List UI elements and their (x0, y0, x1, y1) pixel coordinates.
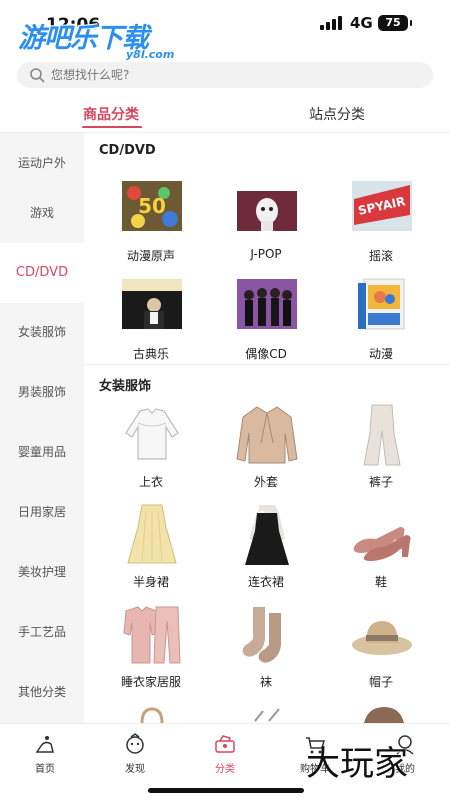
category-item-classical[interactable]: 古典乐 (96, 277, 206, 377)
sidebar-item-mens-clothing[interactable]: 男装服饰 (0, 362, 84, 422)
section-title-womens-clothing: 女装服饰 (99, 379, 152, 394)
yellow-skirt-icon (127, 504, 177, 564)
svg-text:50: 50 (138, 194, 166, 218)
classical-cd-cover-icon (122, 279, 182, 329)
discover-icon (126, 733, 144, 754)
category-item-shoes[interactable]: 鞋 (326, 505, 436, 605)
item-label: 上衣 (138, 475, 163, 489)
white-blouse-icon (125, 408, 179, 460)
category-content: CD/DVD 50 动漫原声 J-POP SPYAIR 摇滚 古典乐 偶像CD … (84, 133, 450, 723)
wig-icon (364, 707, 404, 723)
home-icon (35, 736, 54, 753)
category-item-anime-soundtrack[interactable]: 50 动漫原声 (96, 179, 206, 279)
knit-socks-icon (242, 607, 281, 663)
item-label: 摇滚 (368, 249, 393, 263)
nav-label: 分类 (215, 764, 235, 775)
item-label: 裤子 (368, 475, 393, 489)
jpop-cd-cover-icon (237, 181, 297, 231)
nav-item-discover[interactable]: 发现 (100, 730, 170, 775)
nav-label: 首页 (35, 764, 55, 775)
category-item-skirt[interactable]: 半身裙 (96, 504, 206, 605)
item-label: J-POP (250, 247, 282, 261)
idol-cd-cover-icon (237, 279, 297, 329)
signal-icon (320, 16, 344, 30)
tab-product-category[interactable]: 商品分类 (83, 104, 139, 124)
sidebar-item-baby-products[interactable]: 婴童用品 (0, 422, 84, 482)
network-type: 4G (350, 14, 373, 32)
item-label: 鞋 (374, 575, 387, 589)
category-item-pants[interactable]: 裤子 (326, 404, 436, 505)
search-icon (30, 68, 45, 83)
item-label: 帽子 (368, 675, 393, 689)
anime-dvd-box-icon (358, 278, 405, 330)
category-icon (215, 735, 235, 753)
rock-cd-cover-icon: SPYAIR (352, 181, 412, 231)
category-item-pajamas[interactable]: 睡衣家居服 (96, 605, 206, 705)
watermark-logo: 游吧乐下载 y8l.com (18, 16, 193, 66)
sidebar-item-handicrafts[interactable]: 手工艺品 (0, 602, 84, 662)
sidebar-item-beauty-care[interactable]: 美妆护理 (0, 542, 84, 602)
tab-site-category[interactable]: 站点分类 (309, 104, 365, 124)
item-label: 连衣裙 (247, 575, 284, 589)
watermark-logo-sub: y8l.com (126, 48, 175, 61)
beige-jacket-icon (236, 406, 298, 464)
item-label: 古典乐 (132, 347, 169, 361)
item-label: 动漫 (368, 347, 393, 361)
category-item-anime[interactable]: 动漫 (326, 277, 436, 377)
bag-icon (140, 707, 164, 723)
item-label: 半身裙 (132, 575, 169, 589)
category-item-partial (96, 705, 206, 723)
item-label: 袜 (259, 675, 272, 689)
home-indicator[interactable] (148, 788, 304, 793)
pink-heels-icon (353, 527, 411, 561)
search-bar[interactable] (17, 62, 433, 88)
item-label: 动漫原声 (126, 249, 175, 263)
item-label: 睡衣家居服 (120, 675, 181, 689)
category-item-outerwear[interactable]: 外套 (211, 405, 321, 505)
nav-label: 发现 (125, 764, 145, 775)
category-item-partial (326, 705, 436, 723)
category-item-rock[interactable]: SPYAIR 摇滚 (326, 179, 436, 279)
category-item-jpop[interactable]: J-POP (211, 179, 321, 279)
category-item-hats[interactable]: 帽子 (326, 605, 436, 705)
category-item-tops[interactable]: 上衣 (96, 405, 206, 505)
straw-hat-icon (352, 621, 412, 655)
item-label: 偶像CD (245, 347, 287, 361)
nav-item-home[interactable]: 首页 (10, 730, 80, 775)
battery-icon: 75 (378, 15, 412, 31)
black-dress-icon (245, 505, 289, 565)
sidebar-item-womens-clothing[interactable]: 女装服饰 (0, 302, 84, 362)
category-sidebar: 运动户外 游戏 CD/DVD 女装服饰 男装服饰 婴童用品 日用家居 美妆护理 … (0, 133, 84, 723)
watermark-corner-text: 大玩家 (306, 744, 408, 784)
tab-active-indicator (82, 126, 142, 128)
nav-item-category[interactable]: 分类 (190, 730, 260, 775)
category-item-dress[interactable]: 连衣裙 (211, 505, 321, 605)
search-input[interactable] (51, 62, 421, 88)
divider (84, 364, 450, 365)
category-item-partial (211, 705, 321, 723)
section-title-cd-dvd: CD/DVD (99, 143, 156, 158)
sidebar-item-cd-dvd[interactable]: CD/DVD (0, 243, 84, 303)
sidebar-item-other[interactable]: 其他分类 (0, 662, 84, 722)
anime-cd-cover-icon: 50 (122, 181, 182, 231)
accessory-icon (254, 708, 280, 722)
category-item-idol-cd[interactable]: 偶像CD (211, 277, 321, 377)
sidebar-item-games[interactable]: 游戏 (0, 183, 84, 243)
pink-pajamas-icon (123, 606, 181, 664)
category-tabs: 商品分类 站点分类 (0, 96, 450, 132)
flared-pants-icon (363, 404, 401, 466)
sidebar-item-home-goods[interactable]: 日用家居 (0, 482, 84, 542)
item-label: 外套 (253, 475, 278, 489)
category-item-socks[interactable]: 袜 (211, 605, 321, 705)
